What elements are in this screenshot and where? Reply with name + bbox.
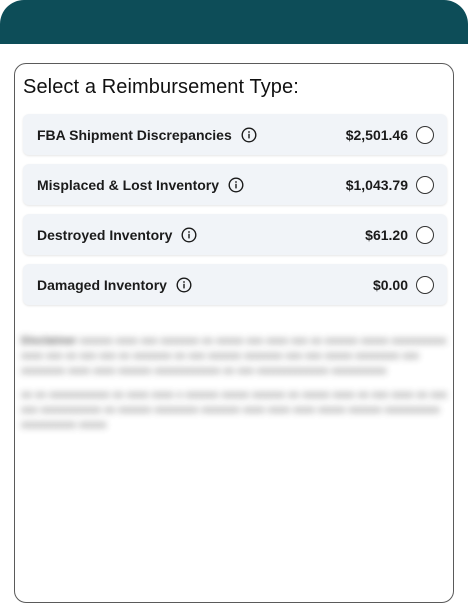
option-amount: $2,501.46	[345, 126, 408, 143]
option-misplaced-lost-inventory[interactable]: Misplaced & Lost Inventory $1,043.79	[23, 164, 447, 205]
option-damaged-inventory[interactable]: Damaged Inventory $0.00	[23, 264, 447, 305]
radio-button[interactable]	[416, 275, 434, 294]
option-label: FBA Shipment Discrepancies	[37, 126, 232, 143]
option-label: Destroyed Inventory	[37, 226, 173, 243]
option-label: Misplaced & Lost Inventory	[37, 176, 220, 193]
info-icon[interactable]	[241, 126, 257, 143]
option-amount: $61.20	[365, 226, 408, 243]
top-header-bar	[0, 0, 468, 44]
option-fba-shipment-discrepancies[interactable]: FBA Shipment Discrepancies $2,501.46	[23, 114, 447, 155]
info-icon[interactable]	[228, 176, 244, 193]
info-icon[interactable]	[181, 226, 197, 243]
option-destroyed-inventory[interactable]: Destroyed Inventory $61.20	[23, 214, 447, 255]
radio-button[interactable]	[416, 225, 434, 244]
blurred-disclaimer-text: Disclaimer xxxxxx xxxx xxx xxxxxxx xx xx…	[21, 335, 447, 431]
radio-button[interactable]	[416, 175, 434, 194]
info-icon[interactable]	[176, 276, 192, 293]
option-amount: $0.00	[372, 276, 408, 293]
option-label: Damaged Inventory	[37, 276, 167, 293]
option-amount: $1,043.79	[345, 176, 408, 193]
radio-button[interactable]	[416, 125, 434, 144]
reimbursement-type-card: Select a Reimbursement Type: FBA Shipmen…	[14, 63, 454, 603]
card-title: Select a Reimbursement Type:	[23, 76, 299, 98]
